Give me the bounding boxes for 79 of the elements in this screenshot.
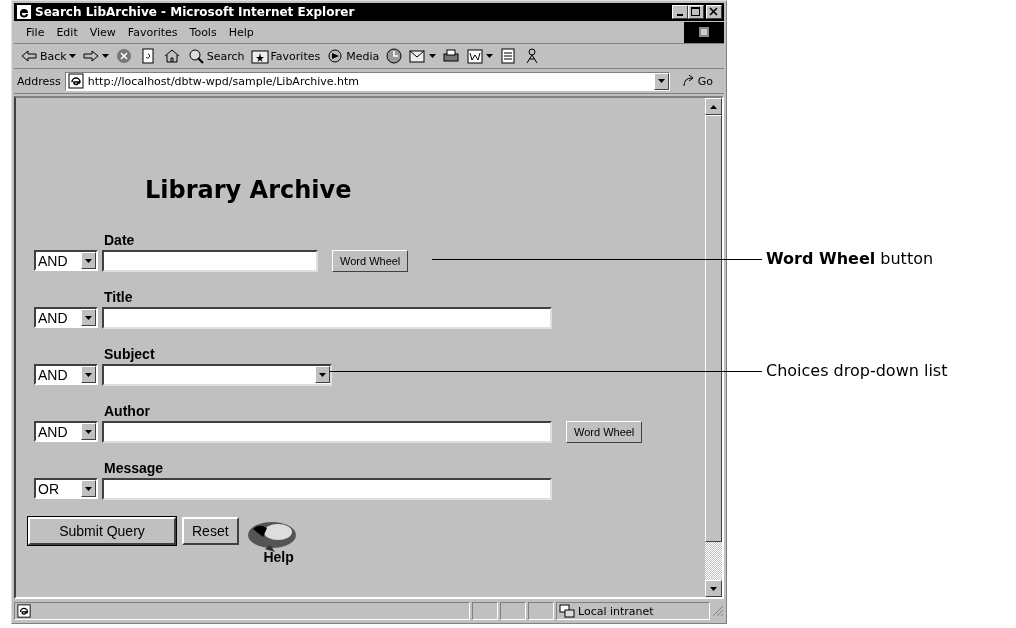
menu-item[interactable]: View — [83, 25, 122, 39]
arrow-icon — [681, 74, 696, 88]
text-field[interactable] — [102, 420, 552, 443]
word-wheel-button[interactable]: Word Wheel — [332, 249, 409, 272]
callout-label: Choices drop-down list — [766, 361, 948, 380]
address-label: Address — [17, 74, 61, 88]
back-icon — [20, 48, 38, 64]
reset-button[interactable]: Reset — [182, 517, 239, 545]
text-field[interactable] — [102, 249, 318, 272]
operator-dropdown[interactable]: AND — [34, 250, 98, 271]
operator-dropdown[interactable]: OR — [34, 478, 98, 499]
operator-dropdown[interactable]: AND — [34, 307, 98, 328]
maximize-button[interactable] — [688, 5, 704, 19]
window-title: Search LibArchive - Microsoft Internet Explorer — [35, 5, 355, 19]
dropdown-button[interactable] — [653, 72, 669, 90]
menu-item[interactable]: Tools — [183, 25, 223, 39]
caret-icon — [85, 486, 92, 491]
back-button[interactable]: Back — [18, 45, 78, 67]
media-button[interactable]: Media — [324, 45, 382, 67]
print-icon — [442, 48, 461, 64]
caret-icon — [486, 54, 494, 58]
caret-icon — [68, 54, 76, 58]
caret-icon — [319, 372, 326, 377]
go-button[interactable]: Go — [673, 74, 721, 88]
status-panel — [500, 602, 526, 620]
page-heading: Library Archive — [145, 176, 352, 206]
caret-icon — [85, 429, 92, 434]
text-field[interactable] — [102, 477, 552, 500]
search-button[interactable]: Search — [184, 45, 247, 67]
page-icon — [67, 73, 84, 89]
zone-label: Local intranet — [578, 604, 654, 618]
text-field[interactable] — [102, 306, 552, 329]
caret-icon — [85, 372, 92, 377]
field-label: Subject — [104, 346, 155, 362]
menu-item[interactable]: File — [20, 25, 51, 39]
address-field[interactable]: http://localhost/dbtw-wpd/sample/LibArchive.htm — [64, 71, 670, 91]
down-arrow-icon — [710, 586, 717, 591]
minimize-icon — [677, 14, 683, 16]
close-button[interactable] — [706, 5, 722, 19]
home-icon — [162, 48, 181, 64]
field-label: Title — [104, 289, 133, 305]
field-label: Message — [104, 460, 164, 476]
caret-icon — [101, 54, 109, 58]
resize-grip[interactable] — [712, 605, 724, 617]
media-icon — [326, 48, 345, 64]
close-icon — [709, 7, 719, 17]
menu-item[interactable]: Favorites — [121, 25, 184, 39]
intranet-icon — [559, 604, 575, 618]
scroll-up-button[interactable] — [705, 98, 722, 115]
maximize-icon — [691, 7, 701, 17]
choices-dropdown[interactable] — [102, 363, 332, 386]
scroll-down-button[interactable] — [705, 580, 722, 597]
minimize-button[interactable] — [672, 5, 688, 19]
caret-icon — [85, 315, 92, 320]
scroll-thumb[interactable] — [705, 115, 722, 542]
help-link[interactable]: Help — [263, 549, 294, 565]
operator-dropdown[interactable]: AND — [34, 364, 98, 385]
status-panel — [472, 602, 498, 620]
caret-icon — [85, 258, 92, 263]
up-arrow-icon — [710, 104, 717, 109]
field-label: Date — [104, 232, 135, 248]
callout-label: Word Wheel button — [766, 249, 934, 268]
history-icon — [385, 48, 404, 64]
menu-item[interactable]: Help — [222, 25, 260, 39]
mail-icon — [409, 48, 428, 64]
operator-dropdown[interactable]: AND — [34, 421, 98, 442]
caret-icon — [429, 54, 437, 58]
favorites-icon — [250, 48, 269, 64]
menu-item[interactable]: Edit — [50, 25, 84, 39]
favorites-button[interactable]: Favorites — [248, 45, 323, 67]
field-label: Author — [104, 403, 150, 419]
status-panel — [528, 602, 554, 620]
page-icon — [17, 604, 31, 618]
submit-button[interactable]: Submit Query — [28, 517, 176, 545]
forward-icon — [81, 48, 100, 64]
stop-icon — [114, 48, 133, 64]
word-wheel-button[interactable]: Word Wheel — [566, 420, 643, 443]
caret-icon — [657, 79, 665, 83]
search-icon — [186, 48, 205, 64]
